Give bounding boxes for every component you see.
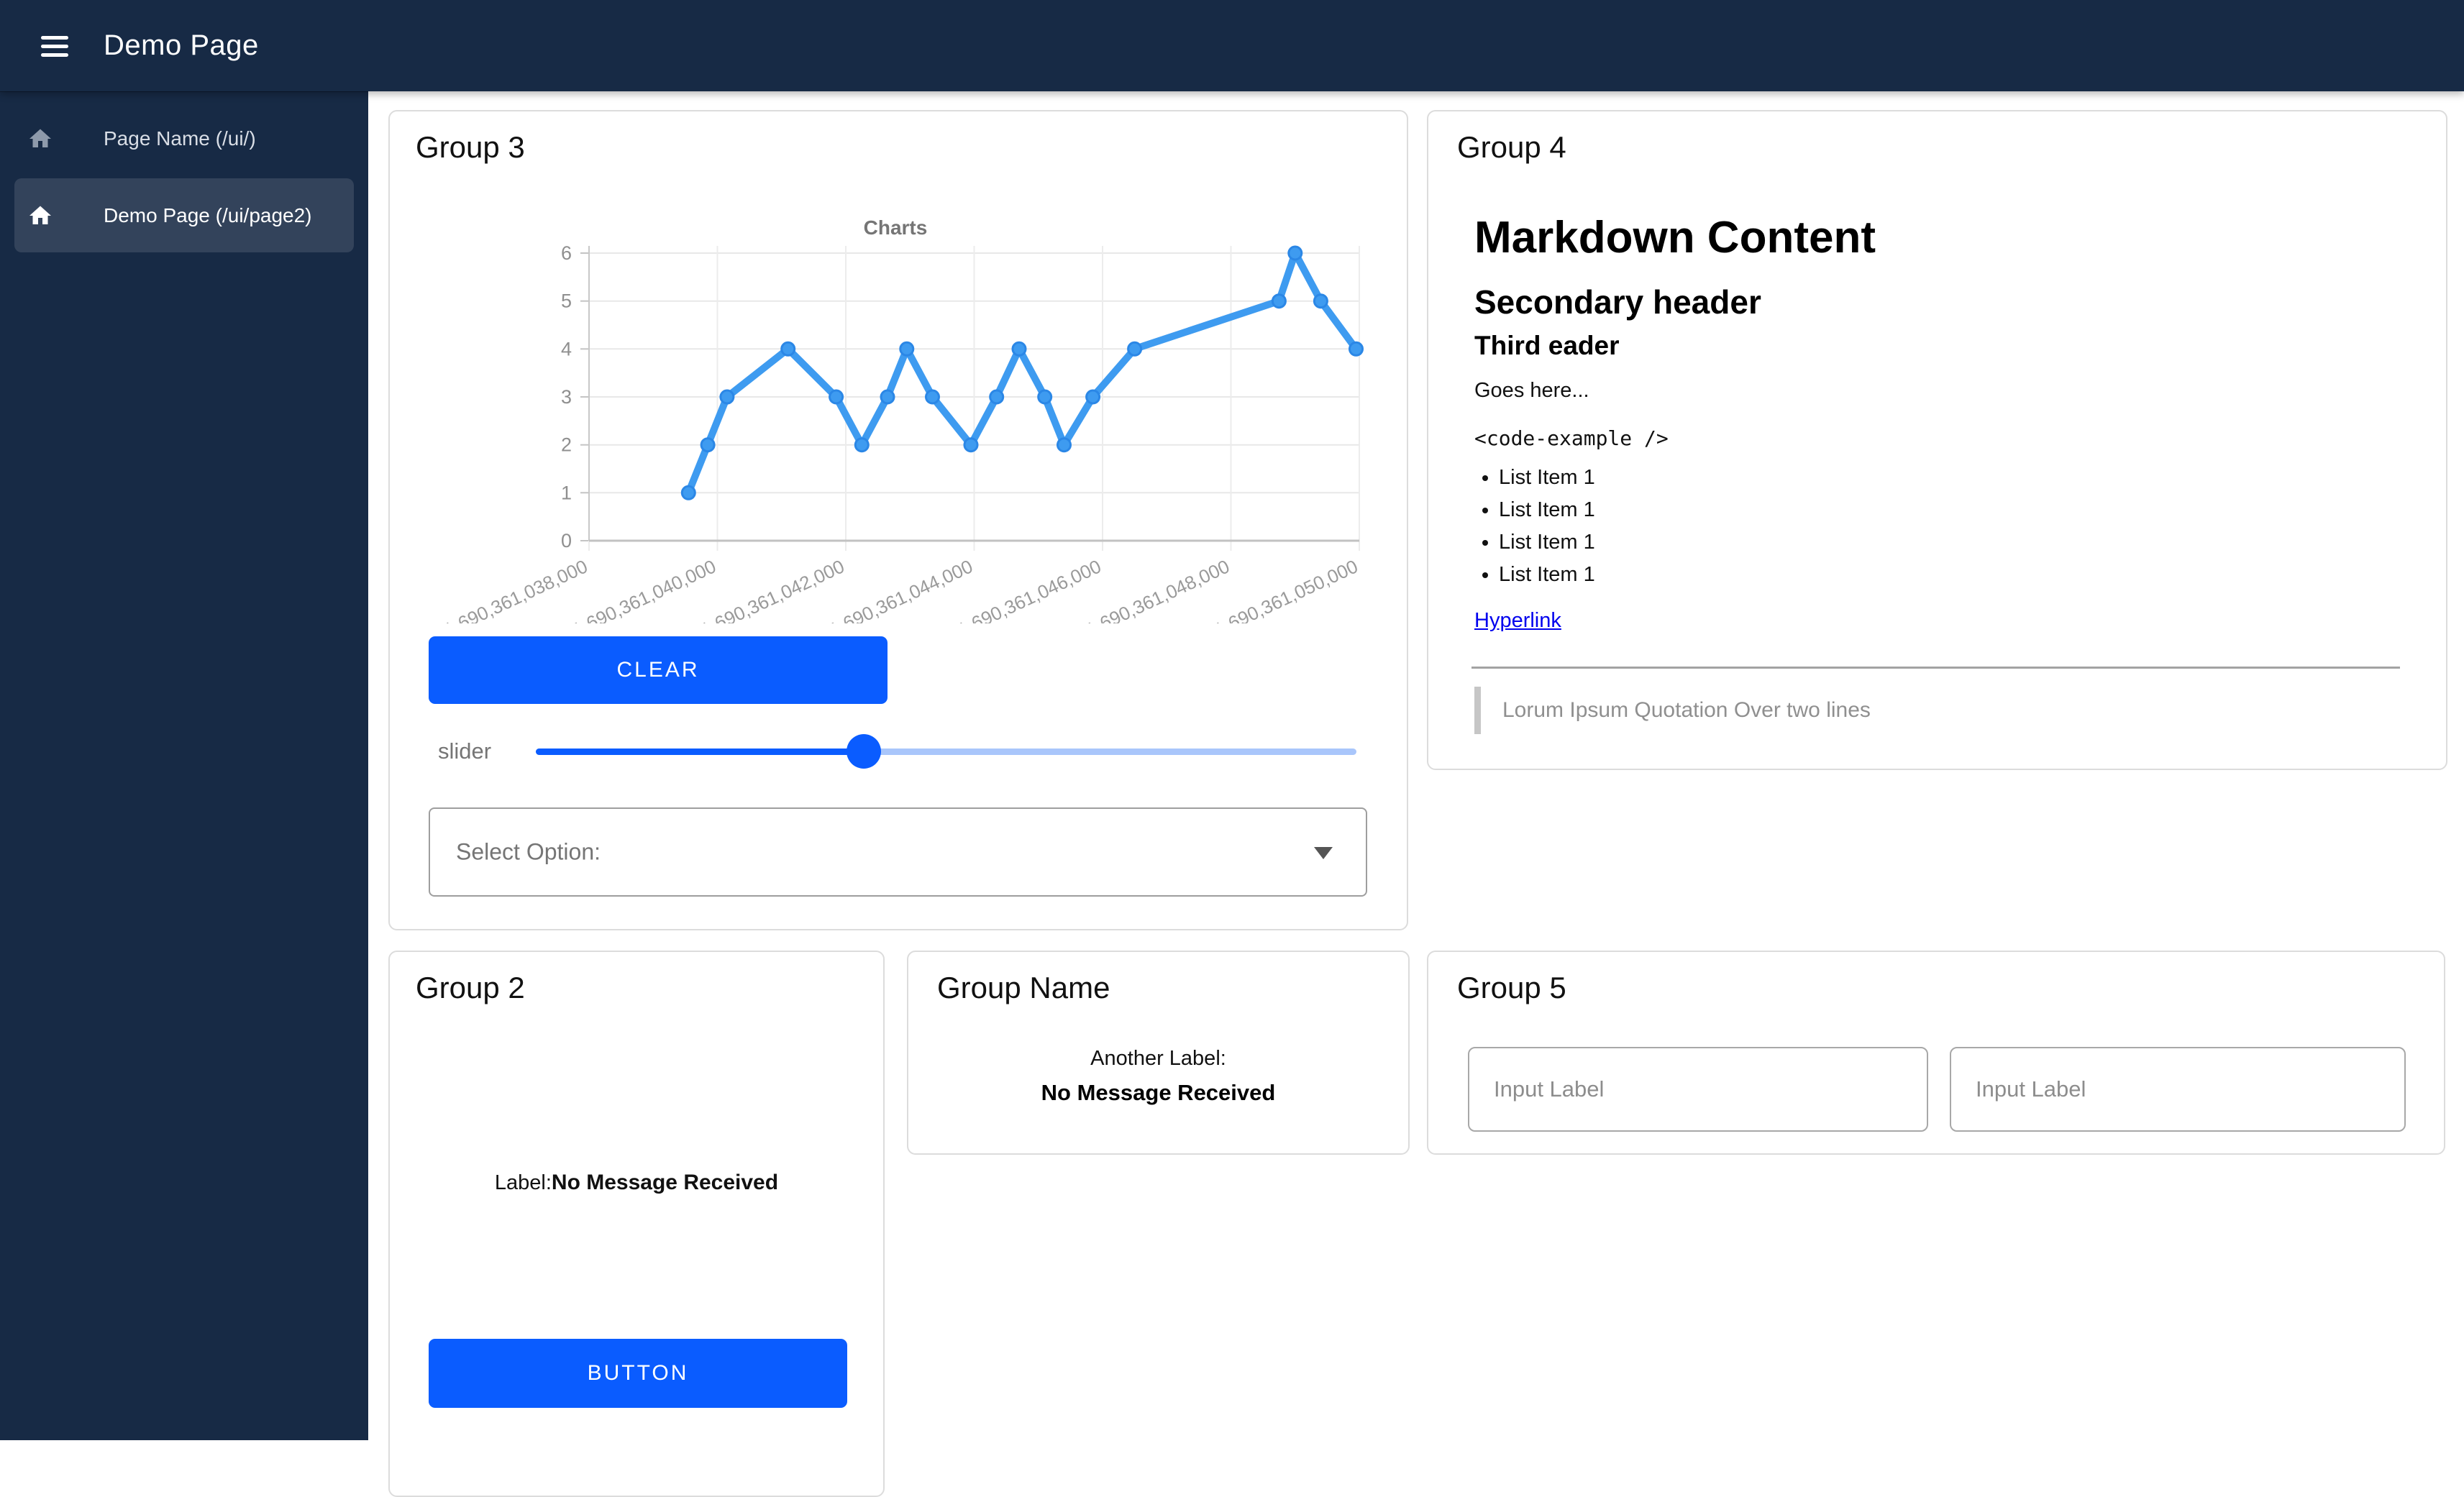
line-chart: 0 1 2 3 4 5 6 1,690,361,038,0001,690,361,040,00… [404, 210, 1375, 623]
text-input-2[interactable] [1950, 1047, 2406, 1132]
action-button[interactable]: BUTTON [429, 1339, 847, 1408]
list-item: List Item 1 [1499, 465, 2403, 490]
label-prefix: Label: [495, 1171, 552, 1194]
card-title: Group 2 [416, 971, 525, 1005]
divider [1471, 667, 2400, 669]
slider-track[interactable] [536, 748, 1356, 755]
list-item: List Item 1 [1499, 562, 2403, 587]
card-group-5: Group 5 [1427, 951, 2445, 1155]
sidebar-item-label: Page Name (/ui/) [104, 127, 256, 150]
hyperlink[interactable]: Hyperlink [1474, 609, 2403, 633]
svg-text:1,690,361,044,000: 1,690,361,044,000 [826, 555, 976, 623]
markdown-paragraph: Goes here... [1474, 379, 2403, 403]
text-input-1[interactable] [1468, 1047, 1928, 1132]
select-option-dropdown[interactable]: Select Option: [429, 807, 1367, 897]
card-title: Group Name [937, 971, 1110, 1005]
another-label: Another Label: [908, 1047, 1408, 1071]
svg-text:1: 1 [561, 482, 572, 503]
svg-text:1,690,361,046,000: 1,690,361,046,000 [954, 555, 1104, 623]
svg-text:1,690,361,048,000: 1,690,361,048,000 [1082, 555, 1233, 623]
card-title: Group 5 [1457, 971, 1566, 1005]
card-title: Group 4 [1457, 130, 1566, 165]
slider-thumb[interactable] [847, 734, 881, 769]
list-item: List Item 1 [1499, 530, 2403, 554]
sidebar-item-page-name[interactable]: Page Name (/ui/) [14, 115, 354, 162]
message-label-row: Label:No Message Received [390, 1171, 883, 1195]
svg-text:1,690,361,042,000: 1,690,361,042,000 [697, 555, 847, 623]
slider[interactable] [536, 734, 1356, 769]
slider-label: slider [438, 738, 491, 764]
chevron-down-icon [1314, 847, 1333, 859]
label-value: No Message Received [552, 1171, 778, 1194]
sidebar: Page Name (/ui/) Demo Page (/ui/page2) [0, 91, 368, 1440]
list-item: List Item 1 [1499, 498, 2403, 522]
clear-button[interactable]: CLEAR [429, 636, 888, 704]
sidebar-item-demo-page[interactable]: Demo Page (/ui/page2) [14, 178, 354, 252]
markdown-h3: Third eader [1474, 331, 2403, 361]
svg-text:0: 0 [561, 530, 572, 551]
card-title: Group 3 [416, 130, 525, 165]
card-group-4: Group 4 Markdown Content Secondary heade… [1427, 110, 2447, 770]
markdown-code: <code-example /> [1474, 426, 2403, 450]
home-icon [27, 203, 53, 229]
markdown-h2: Secondary header [1474, 283, 2403, 321]
svg-text:5: 5 [561, 290, 572, 312]
hamburger-menu-icon[interactable] [33, 24, 76, 68]
svg-text:1,690,361,038,000: 1,690,361,038,000 [440, 555, 590, 623]
svg-text:3: 3 [561, 386, 572, 408]
card-group-2: Group 2 Label:No Message Received BUTTON [388, 951, 885, 1497]
svg-text:1,690,361,040,000: 1,690,361,040,000 [569, 555, 719, 623]
top-app-bar: Demo Page [0, 0, 2464, 91]
svg-text:Charts: Charts [864, 216, 928, 239]
svg-text:2: 2 [561, 434, 572, 456]
svg-text:4: 4 [561, 338, 572, 360]
markdown-list: List Item 1 List Item 1 List Item 1 List… [1474, 465, 2403, 595]
home-icon [27, 126, 53, 152]
blockquote: Lorum Ipsum Quotation Over two lines [1474, 687, 2403, 734]
card-group-name: Group Name Another Label: No Message Rec… [907, 951, 1410, 1155]
another-label-value: No Message Received [908, 1080, 1408, 1106]
slider-fill [536, 748, 864, 755]
select-label: Select Option: [456, 839, 601, 866]
sidebar-item-label: Demo Page (/ui/page2) [104, 204, 312, 227]
markdown-h1: Markdown Content [1474, 212, 2403, 263]
app-title: Demo Page [104, 0, 259, 91]
card-group-3: Group 3 01234561,690,361,038,0001,690,36… [388, 110, 1408, 930]
svg-text:1,690,361,050,000: 1,690,361,050,000 [1210, 555, 1361, 623]
svg-text:6: 6 [561, 242, 572, 264]
